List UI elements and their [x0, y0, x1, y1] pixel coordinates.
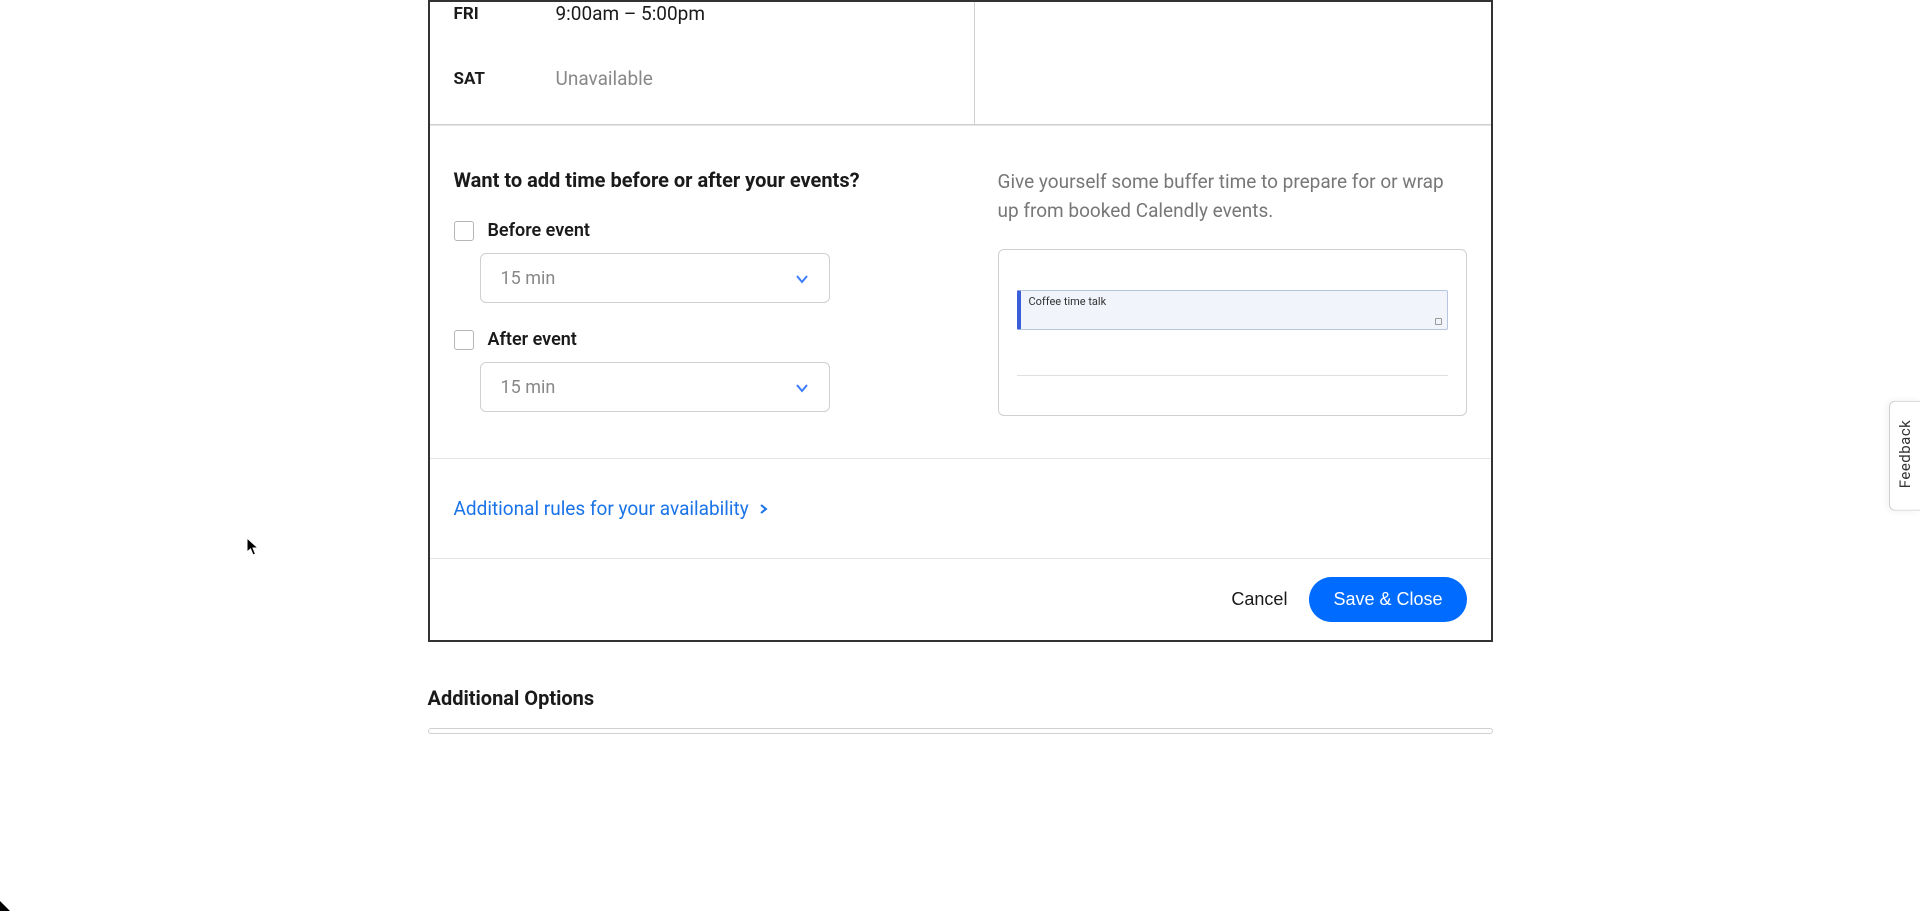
buffer-heading: Want to add time before or after your ev… — [454, 168, 974, 192]
after-event-checkbox[interactable] — [454, 330, 474, 350]
save-close-button[interactable]: Save & Close — [1309, 577, 1466, 622]
buffer-help-text: Give yourself some buffer time to prepar… — [998, 168, 1467, 225]
day-label: SAT — [454, 69, 556, 89]
before-event-select[interactable]: 15 min — [480, 253, 830, 303]
availability-hours-list: FRI 9:00am – 5:00pm SAT Unavailable — [430, 2, 975, 125]
after-event-select[interactable]: 15 min — [480, 362, 830, 412]
availability-right-pane — [975, 2, 1491, 125]
hours-value: Unavailable — [556, 67, 653, 90]
feedback-tab[interactable]: Feedback — [1889, 400, 1920, 511]
page-wrapper: FRI 9:00am – 5:00pm SAT Unavailable Want… — [0, 0, 1920, 911]
chevron-down-icon — [795, 380, 809, 394]
additional-options-heading: Additional Options — [428, 686, 1493, 710]
preview-event-block: Coffee time talk — [1017, 290, 1448, 330]
chevron-right-icon — [759, 504, 769, 514]
after-event-label: After event — [488, 329, 577, 350]
additional-rules-link[interactable]: Additional rules for your availability — [454, 497, 769, 520]
before-event-row: Before event — [454, 220, 974, 241]
preview-divider — [1017, 375, 1448, 376]
bottom-corner-edge — [0, 901, 10, 911]
buffer-preview-panel: Give yourself some buffer time to prepar… — [998, 168, 1491, 416]
additional-options-panel[interactable] — [428, 728, 1493, 734]
before-event-label: Before event — [488, 220, 590, 241]
before-event-checkbox[interactable] — [454, 221, 474, 241]
action-footer: Cancel Save & Close — [430, 558, 1491, 640]
day-label: FRI — [454, 4, 556, 24]
buffer-preview-card: Coffee time talk — [998, 249, 1467, 416]
cancel-button[interactable]: Cancel — [1231, 589, 1287, 610]
after-event-select-wrapper: 15 min — [480, 362, 974, 412]
feedback-label: Feedback — [1896, 419, 1914, 488]
hours-row-fri[interactable]: FRI 9:00am – 5:00pm — [430, 2, 974, 39]
buffer-controls: Want to add time before or after your ev… — [430, 168, 998, 416]
mouse-cursor-icon — [246, 537, 260, 557]
resize-handle-icon — [1435, 318, 1442, 325]
additional-rules-section: Additional rules for your availability — [430, 459, 1491, 558]
before-event-select-wrapper: 15 min — [480, 253, 974, 303]
preview-event-title: Coffee time talk — [1029, 295, 1107, 308]
after-event-row: After event — [454, 329, 974, 350]
hours-row-sat[interactable]: SAT Unavailable — [430, 39, 974, 104]
after-event-value: 15 min — [501, 377, 556, 398]
chevron-down-icon — [795, 271, 809, 285]
additional-rules-label: Additional rules for your availability — [454, 497, 749, 520]
hours-value: 9:00am – 5:00pm — [556, 2, 706, 25]
availability-hours-section: FRI 9:00am – 5:00pm SAT Unavailable — [430, 2, 1491, 126]
before-event-value: 15 min — [501, 268, 556, 289]
buffer-time-section: Want to add time before or after your ev… — [430, 126, 1491, 459]
main-settings-panel: FRI 9:00am – 5:00pm SAT Unavailable Want… — [428, 0, 1493, 642]
